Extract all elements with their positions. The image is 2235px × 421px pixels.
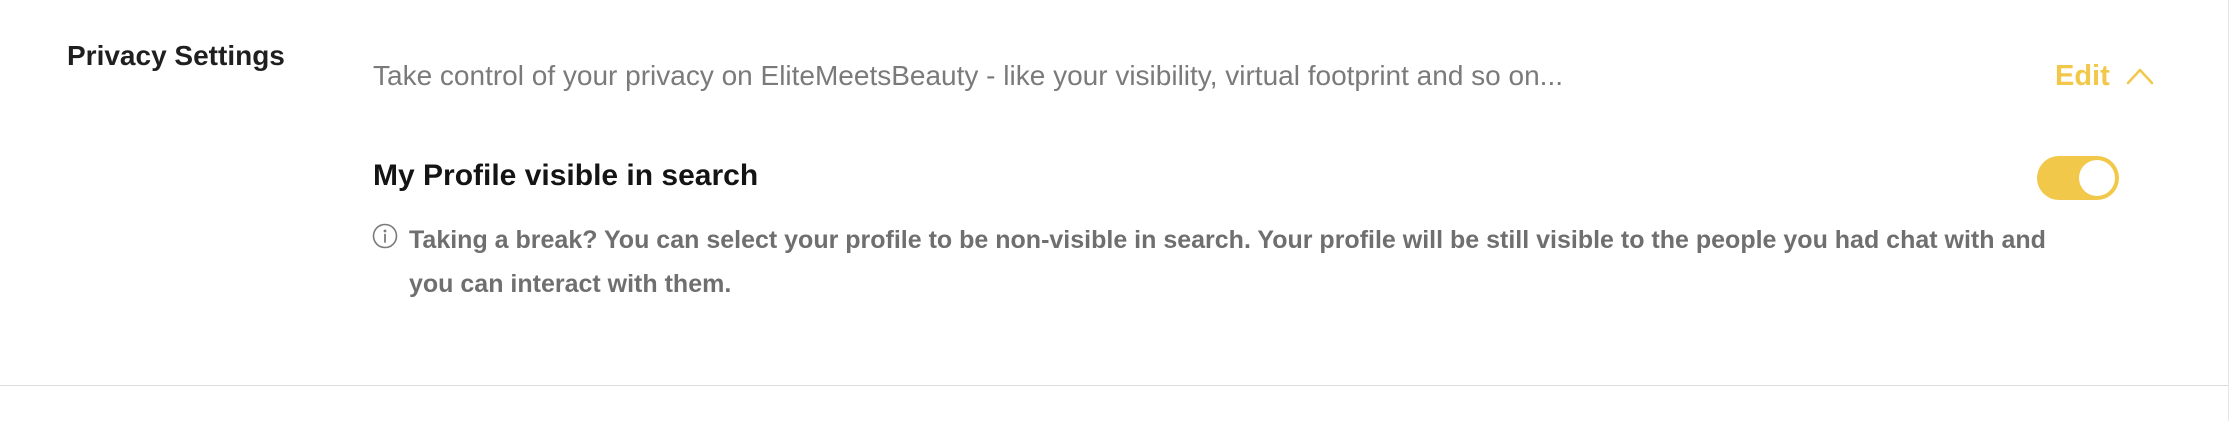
chevron-up-icon [2126, 67, 2154, 85]
profile-visible-toggle[interactable] [2037, 156, 2119, 200]
right-edge-divider [2228, 0, 2229, 421]
edit-button-label: Edit [2055, 59, 2110, 92]
edit-button[interactable]: Edit [2055, 56, 2154, 96]
section-title: Privacy Settings [67, 40, 285, 71]
visibility-info-text: Taking a break? You can select your prof… [409, 226, 2046, 298]
section-divider [0, 385, 2228, 386]
section-description: Take control of your privacy on EliteMee… [373, 60, 1564, 91]
info-icon [372, 223, 398, 249]
profile-visible-label: My Profile visible in search [373, 159, 759, 192]
toggle-knob [2079, 160, 2115, 196]
privacy-settings-panel: Privacy Settings Take control of your pr… [0, 0, 2235, 421]
